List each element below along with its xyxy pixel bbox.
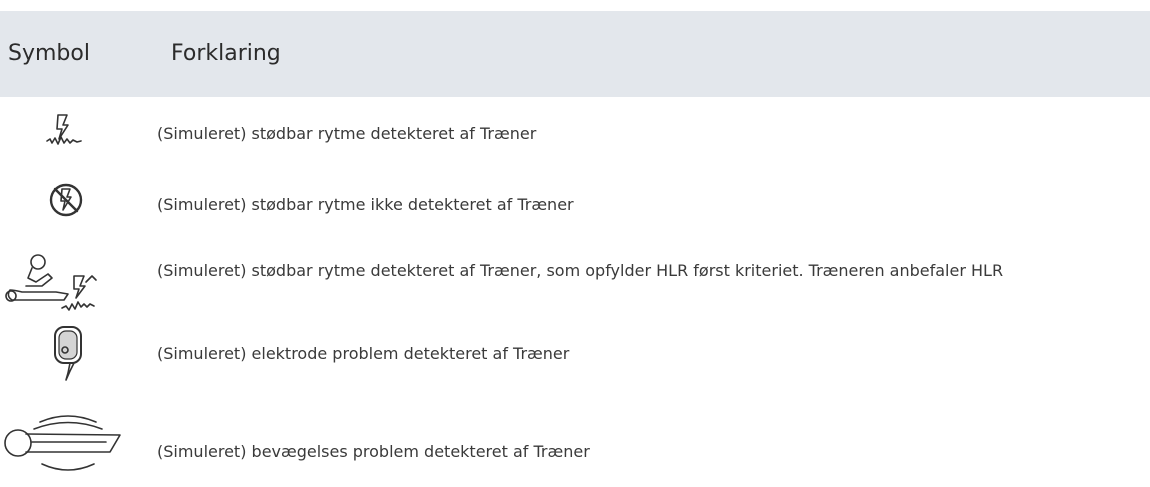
row-explanation: (Simuleret) stødbar rytme detekteret af … — [157, 124, 537, 143]
symbol-table: Symbol Forklaring — [0, 11, 1150, 97]
patient-motion-icon — [2, 408, 132, 487]
table-row: (Simuleret) bevægelses problem detektere… — [0, 408, 1150, 487]
table-row: (Simuleret) stødbar rytme detekteret af … — [0, 113, 1150, 173]
column-header-symbol: Symbol — [8, 41, 90, 66]
cpr-first-shock-icon — [2, 252, 132, 312]
row-explanation: (Simuleret) stødbar rytme ikke detektere… — [157, 195, 574, 214]
row-explanation: (Simuleret) stødbar rytme detekteret af … — [157, 261, 1004, 280]
table-row: (Simuleret) stødbar rytme detekteret af … — [0, 252, 1150, 322]
electrode-pad-icon — [52, 325, 84, 385]
row-explanation: (Simuleret) elektrode problem detekteret… — [157, 344, 570, 363]
table-row: (Simuleret) elektrode problem detekteret… — [0, 325, 1150, 405]
column-header-explanation: Forklaring — [171, 41, 281, 66]
table-row: (Simuleret) stødbar rytme ikke detektere… — [0, 182, 1150, 242]
shockable-rhythm-icon — [45, 113, 85, 151]
row-explanation: (Simuleret) bevægelses problem detektere… — [157, 442, 590, 461]
table-header: Symbol Forklaring — [0, 11, 1150, 97]
no-shock-icon — [48, 182, 84, 218]
